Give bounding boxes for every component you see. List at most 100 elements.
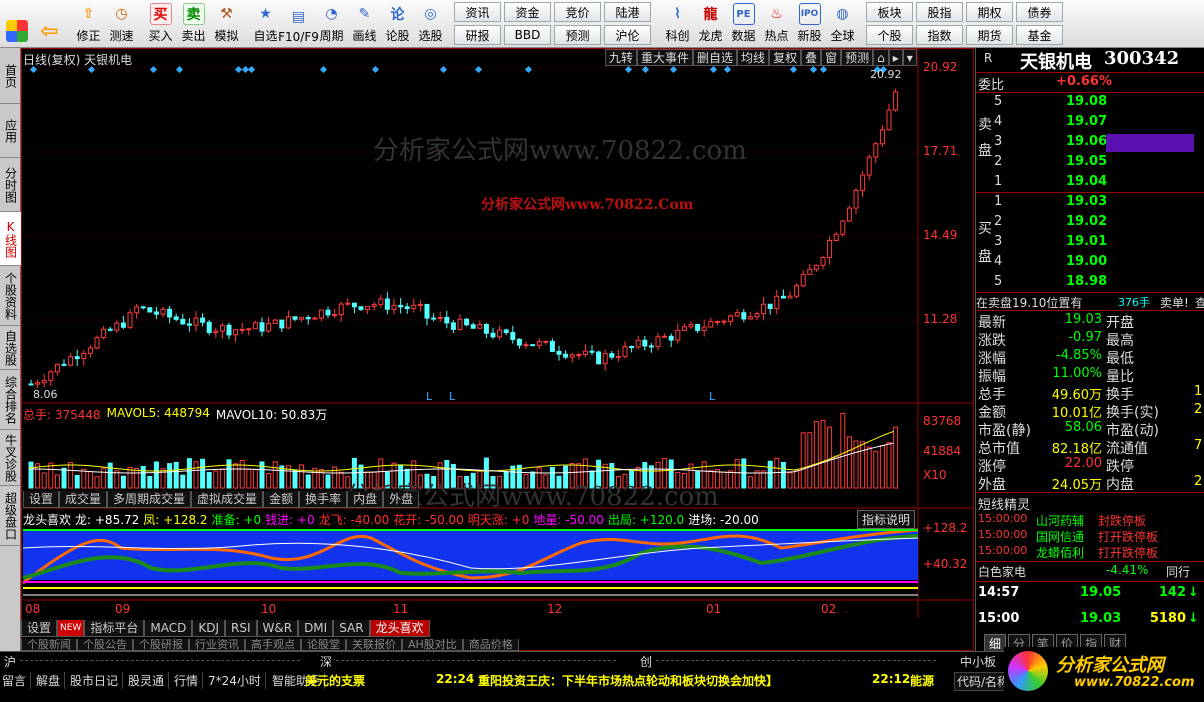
toolbar-link-button[interactable]: 陆港	[604, 2, 651, 22]
toolbar-r4-button[interactable]: ♨ 热点	[760, 0, 793, 47]
toolbar-link-button[interactable]: BBD	[504, 25, 551, 45]
toolbar-b2-button[interactable]: ⇦	[33, 0, 66, 47]
status-item[interactable]: 股灵通	[128, 672, 170, 689]
toolbar-b8-button[interactable]: ★ 自选	[249, 0, 282, 47]
toolbar-link-button[interactable]: 沪伦	[604, 25, 651, 45]
toolbar-b6-button[interactable]: 卖卖出	[177, 0, 210, 47]
short-stock[interactable]: 龙蟒佰利	[1036, 544, 1084, 561]
chart-nav-icon[interactable]: ⌂	[873, 49, 889, 66]
info-tab[interactable]: 论股堂	[301, 639, 346, 651]
nav-8[interactable]: 超级盘口	[0, 486, 21, 546]
info-tab[interactable]: 个股新闻	[21, 639, 77, 651]
status-item[interactable]: 7*24小时	[208, 672, 266, 689]
status-item[interactable]: 行情	[174, 672, 204, 689]
chart-nav-icon[interactable]: ▾	[902, 49, 917, 66]
indicator-tab[interactable]: MACD	[144, 620, 193, 637]
market-label[interactable]: 沪	[4, 653, 16, 670]
nav-3[interactable]: K线图	[0, 212, 21, 266]
toolbar-b9-button[interactable]: ▤ F10/F9	[278, 0, 319, 47]
market-label[interactable]: 创	[640, 653, 652, 670]
volume-tab[interactable]: 成交量	[59, 491, 108, 508]
toolbar-b13-button[interactable]: ◎ 选股	[414, 0, 447, 47]
status-item[interactable]: 留言	[2, 672, 32, 689]
chart-tool-button[interactable]: 删自选	[693, 49, 738, 66]
toolbar-link-button[interactable]: 期权	[966, 2, 1013, 22]
chart-tool-button[interactable]: 预测	[841, 49, 874, 66]
toolbar-b10-button[interactable]: ◔ 周期	[315, 0, 348, 47]
nav-0[interactable]: 首页	[0, 48, 21, 104]
indicator-tab[interactable]: 指标平台	[84, 620, 145, 637]
toolbar-r5-button[interactable]: IPO 新股	[793, 0, 826, 47]
sector-tab[interactable]: 同行	[1166, 563, 1190, 580]
news-headline[interactable]: 重阳投资王庆：下半年市场热点轮动和板块切换会加快】	[478, 672, 778, 689]
chart-tool-button[interactable]: 窗	[821, 49, 842, 66]
notice-search[interactable]: 查	[1195, 294, 1204, 311]
nav-7[interactable]: 牛叉诊股	[0, 430, 21, 486]
chart-tool-button[interactable]: 重大事件	[637, 49, 694, 66]
short-stock[interactable]: 山河药辅	[1036, 512, 1084, 529]
toolbar-link-button[interactable]: 期货	[966, 25, 1013, 45]
nav-6[interactable]: 综合排名	[0, 370, 21, 430]
info-tab[interactable]: AH股对比	[402, 639, 463, 651]
chart-tool-button[interactable]: 均线	[737, 49, 770, 66]
indicator-tab[interactable]: 设置	[21, 620, 58, 637]
indicator-tab[interactable]: W&R	[256, 620, 299, 637]
toolbar-r1-button[interactable]: ⌇ 科创	[661, 0, 694, 47]
info-tab[interactable]: 商品价格	[462, 639, 519, 651]
toolbar-b12-button[interactable]: 论论股	[381, 0, 414, 47]
indicator-tab[interactable]: RSI	[225, 620, 257, 637]
info-tab[interactable]: 个股研报	[133, 639, 189, 651]
toolbar-r6-button[interactable]: ◍ 全球	[826, 0, 859, 47]
volume-tab[interactable]: 换手率	[299, 491, 348, 508]
toolbar-r3-button[interactable]: PE 数据	[727, 0, 760, 47]
toolbar-b5-button[interactable]: 买买入	[144, 0, 177, 47]
toolbar-link-button[interactable]: 研报	[454, 25, 501, 45]
toolbar-link-button[interactable]: 竞价	[554, 2, 601, 22]
toolbar-b7-button[interactable]: ⚒ 模拟	[210, 0, 243, 47]
volume-tab[interactable]: 外盘	[383, 491, 420, 508]
toolbar-link-button[interactable]: 资金	[504, 2, 551, 22]
info-tab[interactable]: 行业资讯	[189, 639, 245, 651]
kline-chart-area[interactable]: L L L 日线(复权) 天银机电 九转 重大事件 删自选 均线 复权叠窗预测 ⌂ ▸ ▾ 分析家…	[21, 48, 974, 651]
toolbar-b3-button[interactable]: ⇧ 修正	[72, 0, 105, 47]
board-label[interactable]: 中小板	[960, 653, 996, 670]
status-item[interactable]: 股市日记	[70, 672, 124, 689]
toolbar-r2-button[interactable]: 龍龙虎	[694, 0, 727, 47]
volume-tab[interactable]: 设置	[23, 491, 60, 508]
toolbar-link-button[interactable]: 个股	[866, 25, 913, 45]
status-item[interactable]: 解盘	[36, 672, 66, 689]
nav-5[interactable]: 自选股	[0, 326, 21, 370]
toolbar-link-button[interactable]: 指数	[916, 25, 963, 45]
toolbar-b4-button[interactable]: ◷ 测速	[105, 0, 138, 47]
indicator-tab[interactable]: 龙头喜欢	[369, 620, 430, 637]
toolbar-link-button[interactable]: 预测	[554, 25, 601, 45]
indicator-tab[interactable]: KDJ	[192, 620, 225, 637]
indicator-tab[interactable]: SAR	[333, 620, 370, 637]
toolbar-link-button[interactable]: 股指	[916, 2, 963, 22]
volume-tab[interactable]: 金额	[263, 491, 300, 508]
chart-nav-icon[interactable]: ▸	[888, 49, 903, 66]
volume-tab[interactable]: 多周期成交量	[107, 491, 192, 508]
market-label[interactable]: 深	[320, 653, 332, 670]
toolbar-b1-button[interactable]	[0, 0, 33, 47]
volume-tab[interactable]: 虚拟成交量	[191, 491, 264, 508]
toolbar-link-button[interactable]: 资讯	[454, 2, 501, 22]
toolbar-b11-button[interactable]: ✎ 画线	[348, 0, 381, 47]
chart-tool-button[interactable]: 九转	[605, 49, 638, 66]
volume-tab[interactable]: 内盘	[347, 491, 384, 508]
chart-tool-button[interactable]: 复权	[769, 49, 802, 66]
nav-1[interactable]: 应用	[0, 104, 21, 158]
toolbar-link-button[interactable]: 板块	[866, 2, 913, 22]
toolbar-link-button[interactable]: 债券	[1016, 2, 1063, 22]
info-tab[interactable]: 个股公告	[77, 639, 133, 651]
indicator-tab[interactable]: DMI	[298, 620, 334, 637]
toolbar-link-button[interactable]: 基金	[1016, 25, 1063, 45]
short-stock[interactable]: 国网信通	[1036, 528, 1084, 545]
indicator-help-button[interactable]: 指标说明	[857, 510, 916, 529]
nav-2[interactable]: 分时图	[0, 158, 21, 212]
nav-4[interactable]: 个股资料	[0, 266, 21, 326]
info-tab[interactable]: 关联报价	[346, 639, 402, 651]
panel-tab[interactable]: 细	[984, 634, 1007, 651]
chart-tool-button[interactable]: 叠	[801, 49, 822, 66]
info-tab[interactable]: 高手观点	[245, 639, 301, 651]
